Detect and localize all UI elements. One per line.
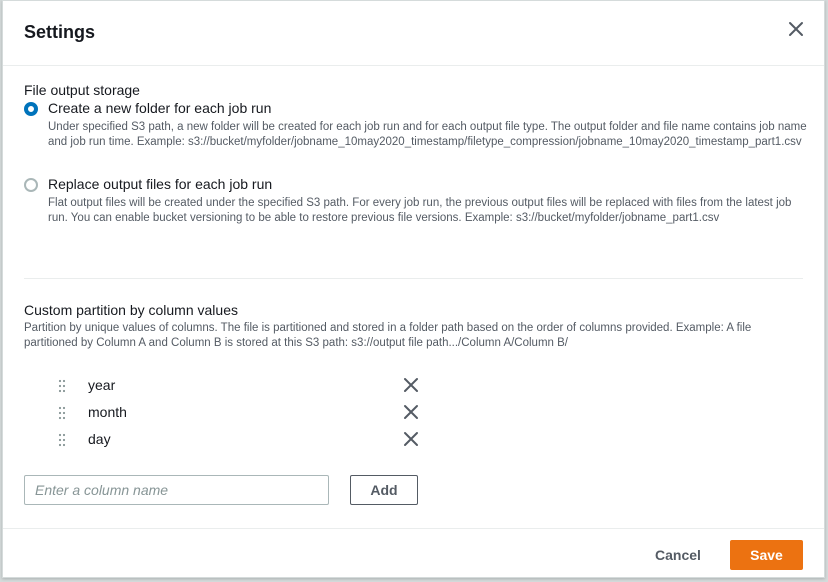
drag-handle-icon[interactable] [58, 379, 66, 393]
modal-footer: Cancel Save [3, 528, 824, 579]
modal-title: Settings [24, 22, 96, 42]
radio-option-label: Create a new folder for each job run [48, 100, 272, 116]
radio-button-selected[interactable] [24, 102, 38, 116]
save-button[interactable]: Save [730, 540, 803, 570]
radio-option-description: Flat output files will be created under … [48, 197, 792, 224]
partition-column-row: day [58, 429, 423, 451]
settings-modal: Settings File output storage Create a ne… [2, 0, 825, 578]
remove-column-icon[interactable] [403, 404, 419, 420]
remove-column-icon[interactable] [403, 431, 419, 447]
custom-partition-description: Partition by unique values of columns. T… [24, 322, 752, 349]
partition-column-name: month [88, 404, 127, 420]
partition-column-name: year [88, 377, 116, 393]
close-button[interactable] [784, 17, 808, 41]
modal-body: File output storage Create a new folder … [3, 66, 824, 528]
partition-column-name: day [88, 431, 111, 447]
partition-column-row: year [58, 375, 423, 397]
section-divider [24, 278, 803, 279]
file-output-storage-label: File output storage [24, 82, 140, 98]
add-column-button[interactable]: Add [350, 475, 418, 505]
radio-option-description: Under specified S3 path, a new folder wi… [48, 121, 807, 148]
modal-header: Settings [3, 1, 824, 66]
partition-column-row: month [58, 402, 423, 424]
cancel-button[interactable]: Cancel [648, 541, 708, 569]
drag-handle-icon[interactable] [58, 406, 66, 420]
radio-button-unselected[interactable] [24, 178, 38, 192]
remove-column-icon[interactable] [403, 377, 419, 393]
radio-option-label: Replace output files for each job run [48, 176, 273, 192]
close-icon [789, 22, 803, 36]
custom-partition-label: Custom partition by column values [24, 302, 238, 318]
drag-handle-icon[interactable] [58, 433, 66, 447]
column-name-input[interactable] [24, 475, 329, 505]
